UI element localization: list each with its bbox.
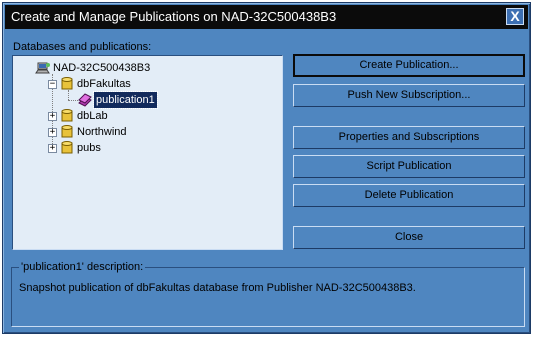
- tree-node-dblab[interactable]: + dbLab: [47, 108, 207, 124]
- database-icon: [61, 77, 73, 91]
- tree-node-server[interactable]: NAD-32C500438B3: [35, 60, 195, 76]
- tree-label: Databases and publications:: [13, 41, 152, 53]
- push-subscription-button[interactable]: Push New Subscription...: [293, 84, 525, 107]
- description-groupbox: [11, 267, 525, 327]
- tree-node-northwind[interactable]: + Northwind: [47, 124, 207, 140]
- expand-icon[interactable]: +: [48, 112, 57, 121]
- title-bar[interactable]: Create and Manage Publications on NAD-32…: [5, 5, 528, 29]
- description-legend: 'publication1' description:: [19, 261, 146, 273]
- properties-subscriptions-button[interactable]: Properties and Subscriptions: [293, 126, 525, 149]
- publication-name: publication1: [93, 91, 158, 109]
- database-icon: [61, 141, 73, 155]
- database-name: pubs: [77, 142, 101, 154]
- dialog-window: Create and Manage Publications on NAD-32…: [2, 2, 531, 334]
- description-text: Snapshot publication of dbFakultas datab…: [19, 282, 416, 294]
- collapse-icon[interactable]: −: [48, 80, 57, 89]
- server-icon: [35, 61, 51, 75]
- publication-tree[interactable]: NAD-32C500438B3 − dbFakultas publication…: [12, 55, 283, 250]
- expand-icon[interactable]: +: [48, 144, 57, 153]
- database-icon: [61, 109, 73, 123]
- tree-node-pubs[interactable]: + pubs: [47, 140, 207, 156]
- delete-publication-button[interactable]: Delete Publication: [293, 184, 525, 207]
- publication-icon: [77, 93, 93, 107]
- server-name: NAD-32C500438B3: [53, 62, 151, 74]
- window-title: Create and Manage Publications on NAD-32…: [11, 9, 337, 24]
- expand-icon[interactable]: +: [48, 128, 57, 137]
- database-name: Northwind: [77, 126, 127, 138]
- script-publication-button[interactable]: Script Publication: [293, 155, 525, 178]
- close-icon[interactable]: X: [506, 8, 524, 25]
- database-name: dbLab: [77, 110, 108, 122]
- database-icon: [61, 125, 73, 139]
- create-publication-button[interactable]: Create Publication...: [293, 54, 525, 77]
- tree-node-dbfakultas[interactable]: − dbFakultas: [47, 76, 207, 92]
- tree-node-publication1[interactable]: publication1: [77, 91, 197, 109]
- close-button[interactable]: Close: [293, 226, 525, 249]
- database-name: dbFakultas: [77, 78, 131, 90]
